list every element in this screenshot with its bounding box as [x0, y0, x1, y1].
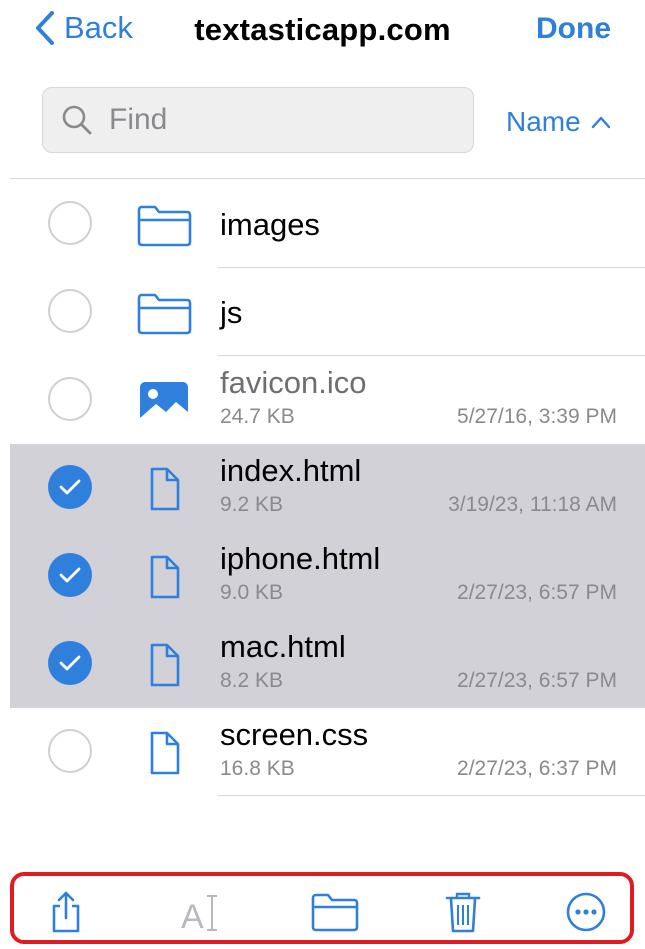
- sort-button[interactable]: Name: [506, 106, 611, 138]
- file-row[interactable]: screen.css 16.8 KB 2/27/23, 6:37 PM: [10, 708, 645, 796]
- file-date: 2/27/23, 6:57 PM: [457, 581, 617, 604]
- delete-button[interactable]: [444, 890, 482, 934]
- file-row[interactable]: iphone.html 9.0 KB 2/27/23, 6:57 PM: [10, 532, 645, 620]
- svg-text:A: A: [181, 898, 204, 934]
- search-input[interactable]: [107, 102, 451, 138]
- folder-icon: [137, 205, 192, 247]
- navigation-bar: Back textasticapp.com Done: [0, 0, 645, 70]
- file-name: screen.css: [220, 717, 369, 752]
- checkbox-checked[interactable]: [48, 553, 92, 597]
- trash-icon: [445, 892, 481, 933]
- file-size: 9.2 KB: [220, 493, 284, 516]
- file-row[interactable]: js: [10, 268, 645, 356]
- search-icon: [62, 105, 92, 135]
- file-date: 5/27/16, 3:39 PM: [457, 405, 617, 428]
- bottom-toolbar: A: [10, 872, 634, 944]
- file-row[interactable]: mac.html 8.2 KB 2/27/23, 6:57 PM: [10, 620, 645, 708]
- file-name: mac.html: [220, 629, 346, 664]
- document-icon: [150, 467, 180, 511]
- folder-icon: [137, 293, 192, 335]
- file-name: iphone.html: [220, 541, 381, 576]
- file-row[interactable]: index.html 9.2 KB 3/19/23, 11:18 AM: [10, 444, 645, 532]
- sort-label: Name: [506, 106, 581, 137]
- file-name: js: [220, 295, 243, 330]
- share-icon: [52, 891, 80, 933]
- checkmark-icon: [59, 567, 81, 583]
- file-size: 9.0 KB: [220, 581, 284, 604]
- more-icon: [566, 892, 606, 932]
- done-button[interactable]: Done: [536, 12, 611, 46]
- file-list: images js favicon.ico 24.7 KB 5/27/16, 3:39 …: [10, 180, 645, 796]
- move-to-folder-button[interactable]: [310, 890, 360, 934]
- file-date: 2/27/23, 6:57 PM: [457, 669, 617, 692]
- checkbox-checked[interactable]: [48, 465, 92, 509]
- file-size: 16.8 KB: [220, 757, 295, 780]
- checkbox-unchecked[interactable]: [48, 377, 92, 421]
- chevron-up-icon: [591, 116, 610, 129]
- more-button[interactable]: [565, 890, 607, 934]
- share-button[interactable]: [48, 890, 84, 934]
- checkbox-unchecked[interactable]: [48, 201, 92, 245]
- checkmark-icon: [59, 479, 81, 495]
- folder-icon: [311, 893, 359, 932]
- row-divider: [218, 795, 645, 796]
- rename-icon: A: [181, 895, 217, 936]
- checkbox-unchecked[interactable]: [48, 289, 92, 333]
- document-icon: [150, 555, 180, 599]
- search-field[interactable]: [42, 87, 474, 153]
- file-name: favicon.ico: [220, 365, 367, 400]
- file-size: 8.2 KB: [220, 669, 284, 692]
- file-size: 24.7 KB: [220, 405, 295, 428]
- checkbox-checked[interactable]: [48, 641, 92, 685]
- file-row[interactable]: images: [10, 180, 645, 268]
- file-date: 3/19/23, 11:18 AM: [448, 493, 617, 516]
- document-icon: [150, 643, 180, 687]
- file-date: 2/27/23, 6:37 PM: [457, 757, 617, 780]
- file-name: images: [220, 207, 320, 242]
- checkbox-unchecked[interactable]: [48, 729, 92, 773]
- rename-button[interactable]: A: [180, 890, 222, 936]
- document-icon: [150, 731, 180, 775]
- file-row[interactable]: favicon.ico 24.7 KB 5/27/16, 3:39 PM: [10, 356, 645, 444]
- divider: [10, 178, 645, 179]
- file-name: index.html: [220, 453, 362, 488]
- image-file-icon: [140, 382, 188, 422]
- checkmark-icon: [59, 655, 81, 671]
